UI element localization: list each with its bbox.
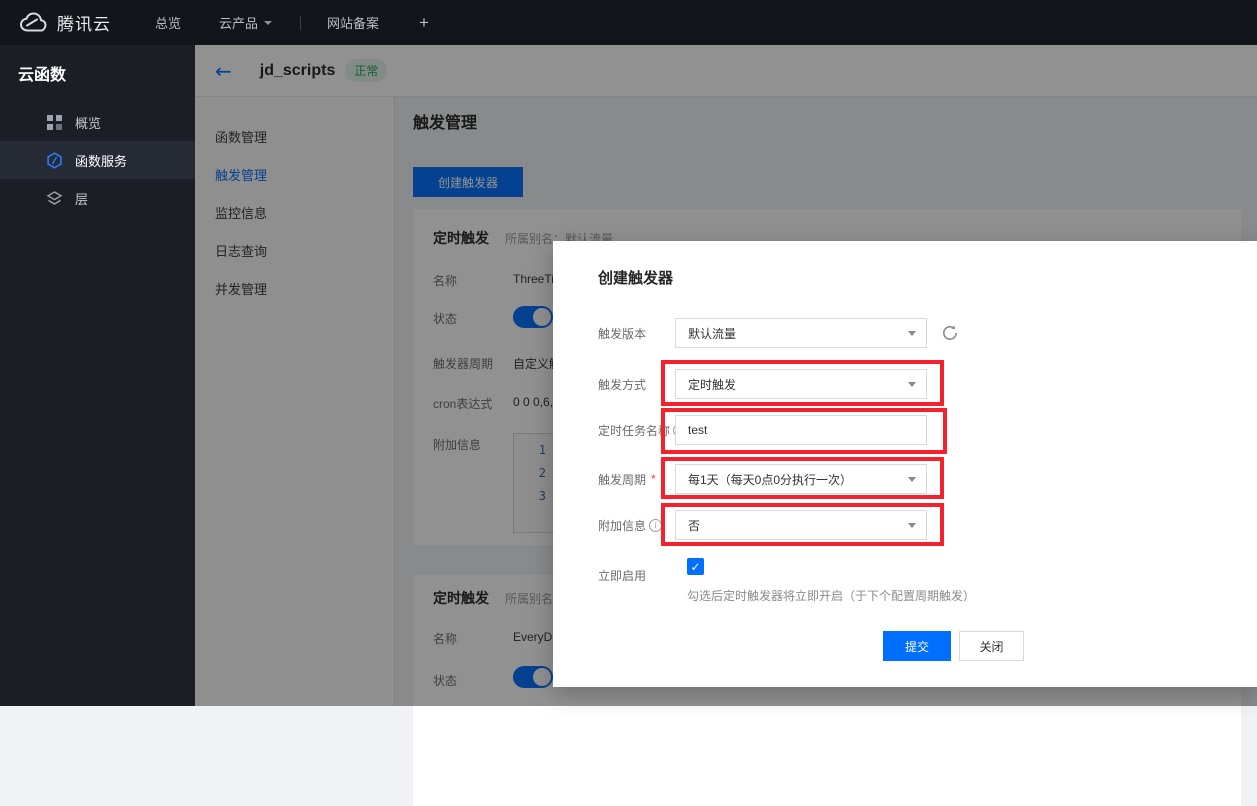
sidebar-item-overview[interactable]: 概览 [0, 103, 195, 141]
cloud-icon [18, 12, 48, 33]
create-trigger-modal: 创建触发器 触发版本 默认流量 触发方式 定时触发 定时任务名称 i * 触发周… [553, 241, 1257, 687]
enable-now-checkbox-checked[interactable]: ✓ [687, 558, 704, 575]
field-label-method: 触发方式 [598, 369, 646, 399]
nav-item-products[interactable]: 云产品 [219, 13, 272, 32]
trigger-cycle-select[interactable]: 每1天（每天0点0分执行一次） [675, 464, 927, 494]
sidebar-item-function-service[interactable]: 函数服务 [0, 141, 195, 179]
top-nav: 腾讯云 总览 云产品 网站备案 + [0, 0, 1257, 45]
info-icon[interactable]: i [649, 519, 662, 532]
extra-info-select[interactable]: 否 [675, 510, 927, 540]
product-title: 云函数 [0, 45, 195, 103]
layers-icon [46, 190, 63, 207]
submit-button[interactable]: 提交 [883, 631, 951, 661]
left-sidebar: 云函数 概览 函数服务 层 [0, 45, 195, 706]
brand-name: 腾讯云 [57, 10, 111, 35]
field-label-version: 触发版本 [598, 318, 646, 348]
chevron-down-icon [908, 523, 916, 528]
nav-item-overview[interactable]: 总览 [155, 13, 181, 32]
trigger-method-select[interactable]: 定时触发 [675, 369, 927, 399]
sidebar-item-label: 层 [75, 189, 88, 208]
sidebar-item-label: 函数服务 [75, 151, 127, 170]
nav-add-button[interactable]: + [419, 13, 429, 33]
field-label-enable-now: 立即启用 [598, 560, 646, 590]
chevron-down-icon [908, 477, 916, 482]
chevron-down-icon [264, 21, 272, 25]
hexagon-function-icon [46, 152, 63, 169]
version-select[interactable]: 默认流量 [675, 318, 927, 348]
sidebar-item-label: 概览 [75, 113, 101, 132]
task-name-input[interactable] [675, 415, 927, 445]
tencent-cloud-logo[interactable]: 腾讯云 [18, 10, 111, 35]
enable-now-hint: 勾选后定时触发器将立即开启（于下个配置周期触发） [687, 587, 975, 604]
field-label-extra-info: 附加信息 i [598, 510, 662, 540]
field-label-cycle: 触发周期 * [598, 464, 656, 494]
grid-icon [46, 114, 63, 131]
refresh-icon[interactable] [941, 324, 959, 342]
required-asterisk: * [651, 472, 656, 486]
sidebar-item-layers[interactable]: 层 [0, 179, 195, 217]
nav-item-icp[interactable]: 网站备案 [327, 13, 379, 32]
close-button[interactable]: 关闭 [959, 631, 1024, 661]
chevron-down-icon [908, 382, 916, 387]
chevron-down-icon [908, 331, 916, 336]
nav-divider [300, 16, 301, 30]
modal-title: 创建触发器 [598, 267, 673, 288]
